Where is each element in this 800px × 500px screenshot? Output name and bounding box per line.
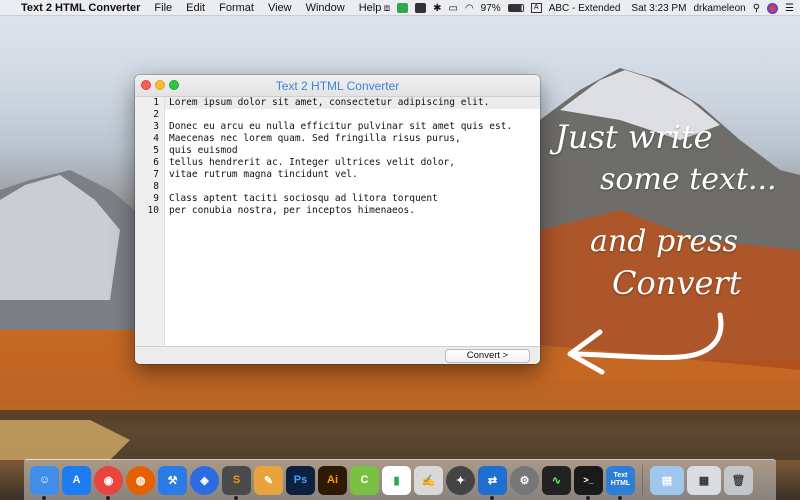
dock: ☺ A ◉ ◍ ⚒ ◈ S ✎ Ps Ai C ▮ ✍ ✦ ⇄ ⚙ ∿ >_ T… [24, 459, 776, 500]
line-number: 7 [153, 169, 159, 180]
airplay-icon[interactable]: ▭ [448, 3, 457, 14]
line-number: 3 [153, 121, 159, 132]
line-number: 2 [153, 109, 159, 120]
editor-line[interactable]: Maecenas nec lorem quam. Sed fringilla r… [169, 133, 461, 145]
editor-line[interactable]: tellus hendrerit ac. Integer ultrices ve… [169, 157, 455, 169]
dropbox-icon[interactable]: ⧈ [384, 3, 390, 14]
menu-file[interactable]: File [147, 2, 179, 14]
chrome-icon[interactable]: ◉ [94, 465, 123, 500]
editor-line[interactable]: per conubia nostra, per inceptos himenae… [169, 205, 415, 217]
illustrator-icon[interactable]: Ai [318, 465, 347, 495]
finder-icon[interactable]: ☺ [30, 465, 59, 500]
notification-center-icon[interactable]: ☰ [785, 3, 794, 14]
menu-window[interactable]: Window [299, 2, 352, 14]
handwritten-note-line3: and press [590, 224, 739, 259]
app-store-icon[interactable]: A [62, 465, 91, 495]
menu-bar: Text 2 HTML Converter File Edit Format V… [0, 0, 800, 16]
battery-icon[interactable] [507, 4, 524, 12]
line-number: 9 [153, 193, 159, 204]
app-menu[interactable]: Text 2 HTML Converter [14, 2, 147, 14]
converter-window: Text 2 HTML Converter 1 Lorem ipsum dolo… [135, 75, 540, 364]
sublime-icon[interactable]: S [222, 465, 251, 500]
system-prefs-icon[interactable]: ⚙ [510, 465, 539, 495]
activity-monitor-icon[interactable]: ∿ [542, 465, 571, 495]
sketch-icon[interactable]: ✎ [254, 465, 283, 495]
downloads-folder-icon[interactable]: ▤ [650, 465, 684, 495]
line-number: 5 [153, 145, 159, 156]
documents-stack-icon[interactable]: ▦ [687, 465, 721, 495]
menu-format[interactable]: Format [212, 2, 261, 14]
trash-icon[interactable]: 🗑 [724, 465, 753, 495]
user-name[interactable]: drkameleon [693, 3, 745, 14]
wifi-icon[interactable]: ◠ [465, 3, 474, 14]
maps-icon[interactable]: ◈ [190, 465, 219, 495]
dock-separator [642, 465, 643, 495]
window-footer: Convert > [135, 346, 540, 364]
color-icon[interactable]: C [350, 465, 379, 495]
editor-line[interactable]: vitae rutrum magna tincidunt vel. [169, 169, 358, 181]
menu-edit[interactable]: Edit [179, 2, 212, 14]
status-area: ⧈ ✱ ▭ ◠ 97% A ABC - Extended Sat 3:23 PM… [384, 0, 794, 16]
window-title: Text 2 HTML Converter [275, 79, 400, 93]
editor-line[interactable]: Donec eu arcu eu nulla efficitur pulvina… [169, 121, 512, 133]
photoshop-icon[interactable]: Ps [286, 465, 315, 495]
line-number: 8 [153, 181, 159, 192]
xcode-icon[interactable]: ⚒ [158, 465, 187, 495]
bluetooth-icon[interactable]: ✱ [433, 3, 441, 14]
teamviewer-icon[interactable]: ⇄ [478, 465, 507, 500]
terminal-icon[interactable]: >_ [574, 465, 603, 500]
search-icon[interactable]: ⚲ [753, 3, 760, 14]
numbers-icon[interactable]: ▮ [382, 465, 411, 495]
textedit-icon[interactable]: ✍ [414, 465, 443, 495]
line-number: 1 [153, 97, 159, 108]
handwritten-note-line2: some text... [600, 162, 777, 197]
handwritten-note-line4: Convert [612, 264, 742, 302]
convert-button[interactable]: Convert > [445, 349, 530, 363]
editor-line[interactable]: Class aptent taciti sociosqu ad litora t… [169, 193, 438, 205]
handwritten-note-line1: Just write [555, 118, 713, 156]
firefox-icon[interactable]: ◍ [126, 465, 155, 495]
clock[interactable]: Sat 3:23 PM [631, 3, 686, 14]
menu-view[interactable]: View [261, 2, 299, 14]
input-source-label[interactable]: ABC - Extended [549, 3, 621, 14]
battery-percent[interactable]: 97% [481, 3, 501, 14]
text-editor[interactable]: 1 Lorem ipsum dolor sit amet, consectetu… [135, 97, 540, 346]
siri-icon[interactable] [767, 2, 779, 14]
editor-line[interactable]: quis euismod [169, 145, 238, 157]
editor-line[interactable]: Lorem ipsum dolor sit amet, consectetur … [169, 97, 489, 109]
line-number: 6 [153, 157, 159, 168]
window-titlebar[interactable]: Text 2 HTML Converter [135, 75, 540, 97]
input-source-icon[interactable]: A [530, 3, 542, 13]
line-number: 4 [153, 133, 159, 144]
text2html-icon[interactable]: Text HTML [606, 465, 635, 500]
notes-status-icon[interactable] [415, 3, 427, 13]
compass-icon[interactable]: ✦ [446, 465, 475, 495]
arrow-icon [567, 312, 724, 375]
green-status-icon[interactable] [397, 3, 409, 13]
line-number: 10 [147, 205, 159, 216]
